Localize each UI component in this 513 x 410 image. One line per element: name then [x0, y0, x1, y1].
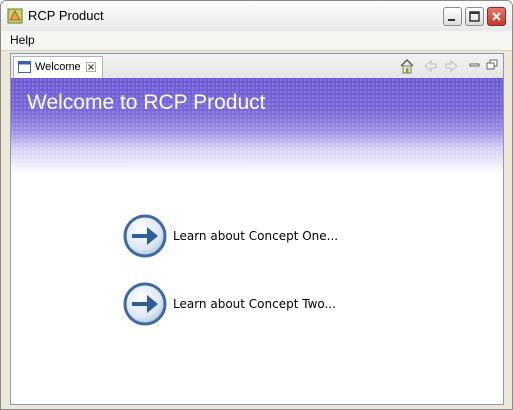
minimize-icon — [448, 19, 455, 21]
title-bar[interactable]: RCP Product — [1, 1, 512, 32]
menu-help[interactable]: Help — [10, 33, 35, 47]
tab-strip: Welcome — [11, 54, 503, 79]
welcome-banner: Welcome to RCP Product — [11, 78, 503, 174]
arrow-right-icon — [123, 282, 167, 326]
close-icon — [492, 12, 501, 21]
maximize-icon — [469, 11, 480, 22]
tab-welcome[interactable]: Welcome — [13, 56, 103, 78]
minimize-view-icon[interactable] — [467, 58, 483, 74]
application-icon — [7, 8, 23, 24]
concept-one-link[interactable]: Learn about Concept One... — [123, 214, 383, 260]
tab-label: Welcome — [35, 61, 81, 73]
back-icon[interactable] — [422, 58, 438, 74]
concept-two-link[interactable]: Learn about Concept Two... — [123, 282, 383, 328]
home-icon[interactable] — [399, 58, 415, 74]
window-title: RCP Product — [28, 8, 104, 23]
menu-bar: Help — [1, 31, 512, 51]
maximize-button[interactable] — [465, 7, 484, 26]
menu-help-label: Help — [10, 33, 35, 47]
concept-one-label[interactable]: Learn about Concept One... — [173, 229, 338, 243]
application-window: RCP Product Help Welcome Welcome to RCP … — [0, 0, 513, 410]
banner-title: Welcome to RCP Product — [27, 91, 266, 114]
close-window-button[interactable] — [487, 7, 506, 26]
concept-two-label[interactable]: Learn about Concept Two... — [173, 297, 336, 311]
close-tab-icon[interactable] — [86, 62, 96, 72]
forward-icon[interactable] — [444, 58, 460, 74]
arrow-right-icon — [123, 214, 167, 258]
minimize-button[interactable] — [443, 7, 462, 26]
welcome-view: Welcome Welcome to RCP Product Learn abo… — [10, 53, 504, 405]
window-icon — [18, 61, 31, 73]
restore-view-icon[interactable] — [485, 58, 501, 74]
